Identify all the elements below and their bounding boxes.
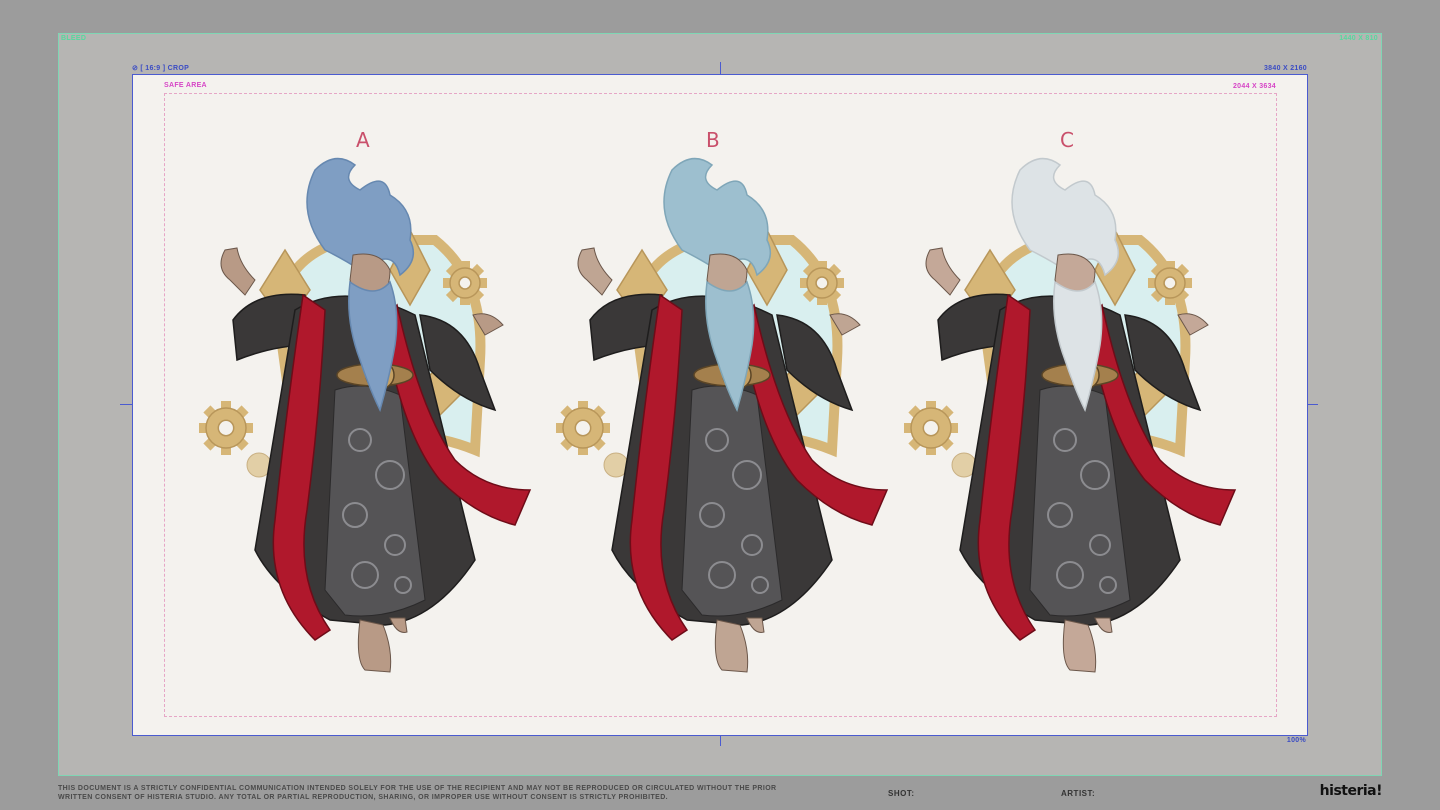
crop-size-label: 3840 X 2160 (1263, 65, 1307, 72)
center-tick-left (120, 404, 132, 405)
wizard-variant-a (185, 120, 545, 680)
wizard-variant-b (542, 120, 902, 680)
safe-area-label: SAFE AREA (164, 82, 207, 89)
bleed-size-label: 1440 X 810 (1339, 35, 1378, 42)
artist-label: ARTIST: (1061, 789, 1096, 798)
shot-label: SHOT: (888, 789, 915, 798)
wizard-variant-c (890, 120, 1250, 680)
center-tick-bottom (720, 736, 721, 746)
zoom-label: 100% (1286, 737, 1306, 744)
histeria-logo: histeria! (1319, 783, 1383, 799)
center-tick-top (720, 62, 721, 74)
crop-label: ⊘ [ 16:9 ] CROP (132, 65, 190, 72)
bleed-label: BLEED (61, 35, 87, 42)
center-tick-right (1308, 404, 1318, 405)
safe-area-size-label: 2044 X 3634 (1232, 83, 1276, 90)
confidentiality-notice: THIS DOCUMENT IS A STRICTLY CONFIDENTIAL… (58, 785, 777, 801)
